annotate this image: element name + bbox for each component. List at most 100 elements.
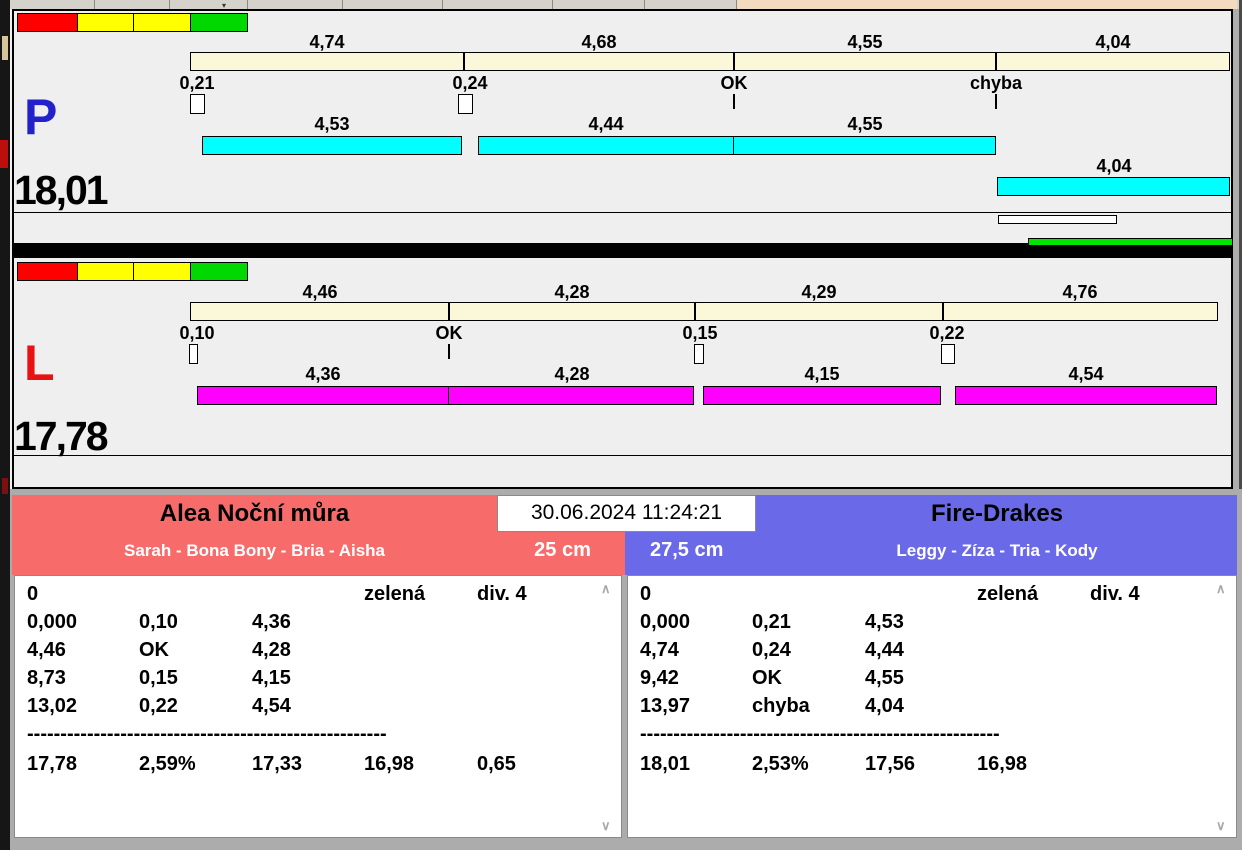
run-time-label: 4,54 bbox=[1068, 364, 1104, 384]
edge-fragment bbox=[2, 36, 8, 60]
table-cell: chyba bbox=[752, 695, 810, 717]
pass-marker-box bbox=[189, 344, 198, 364]
team-dogs: Leggy - Zíza - Tria - Kody bbox=[896, 541, 1098, 560]
split-time-label: 4,28 bbox=[554, 282, 590, 302]
scroll-up-icon[interactable]: ∧ bbox=[1216, 582, 1226, 595]
table-cell: OK bbox=[139, 639, 169, 661]
edge-fragment bbox=[0, 140, 8, 168]
pass-marker-box bbox=[694, 344, 704, 364]
toolbar-button[interactable] bbox=[645, 0, 737, 9]
scroll-up-icon[interactable]: ∧ bbox=[601, 582, 611, 595]
table-cell: OK bbox=[752, 667, 782, 689]
summary-cell: 0,65 bbox=[477, 753, 516, 775]
table-cell: 0,15 bbox=[139, 667, 178, 689]
split-bar-divider bbox=[463, 52, 465, 71]
summary-cell: 2,53% bbox=[752, 753, 809, 775]
team-dogs: Sarah - Bona Bony - Bria - Aisha bbox=[123, 541, 386, 560]
toolbar-button[interactable] bbox=[95, 0, 170, 9]
toolbar-button[interactable] bbox=[248, 0, 343, 9]
timing-app-window: ▾ P 18,01 4,74 4,68 4,55 4,04 0,21 0,24 … bbox=[0, 0, 1242, 850]
table-cell: 0,22 bbox=[139, 695, 178, 717]
lane-total-l: 17,78 bbox=[14, 413, 109, 459]
table-cell: 9,42 bbox=[640, 667, 679, 689]
team-name: Fire-Drakes bbox=[930, 500, 1064, 527]
table-cell: 4,28 bbox=[252, 639, 291, 661]
toolbar-peach-area bbox=[737, 0, 1237, 9]
table-cell: zelená bbox=[364, 583, 426, 605]
event-label: 0,24 bbox=[452, 73, 488, 93]
toolbar-button[interactable] bbox=[10, 0, 95, 9]
split-time-label: 4,46 bbox=[302, 282, 338, 302]
table-cell: 4,55 bbox=[865, 667, 904, 689]
datetime-display: 30.06.2024 11:24:21 bbox=[497, 495, 756, 532]
toolbar-button[interactable] bbox=[553, 0, 645, 9]
table-cell: 0,000 bbox=[640, 611, 691, 633]
event-label: 0,10 bbox=[179, 323, 215, 343]
traffic-light-yellow1 bbox=[77, 262, 134, 281]
run-bar-segment bbox=[955, 386, 1217, 405]
lane-total-p: 18,01 bbox=[14, 167, 109, 213]
split-time-label: 4,29 bbox=[801, 282, 837, 302]
team-name: Alea Noční můra bbox=[159, 500, 350, 527]
event-label: 0,15 bbox=[682, 323, 718, 343]
lane-strip-line bbox=[13, 212, 1231, 213]
table-cell: 8,73 bbox=[27, 667, 66, 689]
summary-cell: 16,98 bbox=[364, 753, 415, 775]
traffic-light-yellow1 bbox=[77, 13, 134, 32]
table-cell: 13,97 bbox=[640, 695, 691, 717]
results-table-left[interactable]: 0 zelená div. 4 0,000 0,10 4,36 4,46 OK … bbox=[14, 575, 622, 838]
jump-height: 27,5 cm bbox=[650, 539, 724, 561]
table-cell: 0 bbox=[27, 583, 39, 605]
split-time-label: 4,76 bbox=[1062, 282, 1098, 302]
table-cell: 4,46 bbox=[27, 639, 66, 661]
traffic-light-yellow2 bbox=[133, 13, 191, 32]
toolbar-button[interactable] bbox=[170, 0, 248, 9]
pass-marker-box bbox=[190, 94, 205, 114]
pass-marker-tick bbox=[448, 344, 450, 359]
run-time-label: 4,28 bbox=[554, 364, 590, 384]
summary-cell: 16,98 bbox=[977, 753, 1028, 775]
split-bar-divider bbox=[995, 52, 997, 71]
lane-divider bbox=[12, 245, 1233, 256]
table-cell: 0,10 bbox=[139, 611, 178, 633]
scroll-down-icon[interactable]: ∨ bbox=[1216, 819, 1226, 832]
traffic-light-red bbox=[17, 262, 78, 281]
scroll-down-icon[interactable]: ∨ bbox=[601, 819, 611, 832]
traffic-light-green bbox=[190, 262, 248, 281]
summary-cell: 18,01 bbox=[640, 753, 691, 775]
split-bar-divider bbox=[942, 302, 944, 321]
traffic-light-green bbox=[190, 13, 248, 32]
run-bar-segment bbox=[703, 386, 941, 405]
toolbar-button[interactable] bbox=[343, 0, 443, 9]
pass-marker-box bbox=[458, 94, 473, 114]
results-table-right[interactable]: 0 zelená div. 4 0,000 0,21 4,53 4,74 0,2… bbox=[627, 575, 1237, 838]
table-cell: div. 4 bbox=[1090, 583, 1140, 605]
lane-letter-l: L bbox=[24, 335, 55, 391]
run-bar-segment bbox=[448, 386, 694, 405]
split-time-label: 4,68 bbox=[581, 32, 617, 52]
run-bar-segment bbox=[202, 136, 462, 155]
run-time-label: 4,53 bbox=[314, 114, 350, 134]
split-time-label: 4,55 bbox=[847, 32, 883, 52]
run-bar-segment-last bbox=[997, 177, 1230, 196]
split-time-label: 4,74 bbox=[309, 32, 345, 52]
run-time-label: 4,44 bbox=[588, 114, 624, 134]
event-label: 0,21 bbox=[179, 73, 215, 93]
table-cell: 0,24 bbox=[752, 639, 791, 661]
table-cell: 0,000 bbox=[27, 611, 78, 633]
split-bar-divider bbox=[733, 52, 735, 71]
run-bar-segment bbox=[478, 136, 734, 155]
lane-strip-line bbox=[13, 455, 1231, 456]
event-label: 0,22 bbox=[929, 323, 965, 343]
split-bar-divider bbox=[694, 302, 696, 321]
lane-letter-p: P bbox=[24, 89, 58, 145]
table-cell: 13,02 bbox=[27, 695, 78, 717]
toolbar-button[interactable] bbox=[443, 0, 553, 9]
split-bar-divider bbox=[448, 302, 450, 321]
table-cell: 4,15 bbox=[252, 667, 291, 689]
window-left-edge bbox=[0, 0, 10, 850]
table-divider: ----------------------------------------… bbox=[27, 723, 387, 745]
split-bar-p bbox=[190, 52, 1230, 71]
run-time-label: 4,15 bbox=[804, 364, 840, 384]
pass-marker-tick bbox=[995, 94, 997, 109]
